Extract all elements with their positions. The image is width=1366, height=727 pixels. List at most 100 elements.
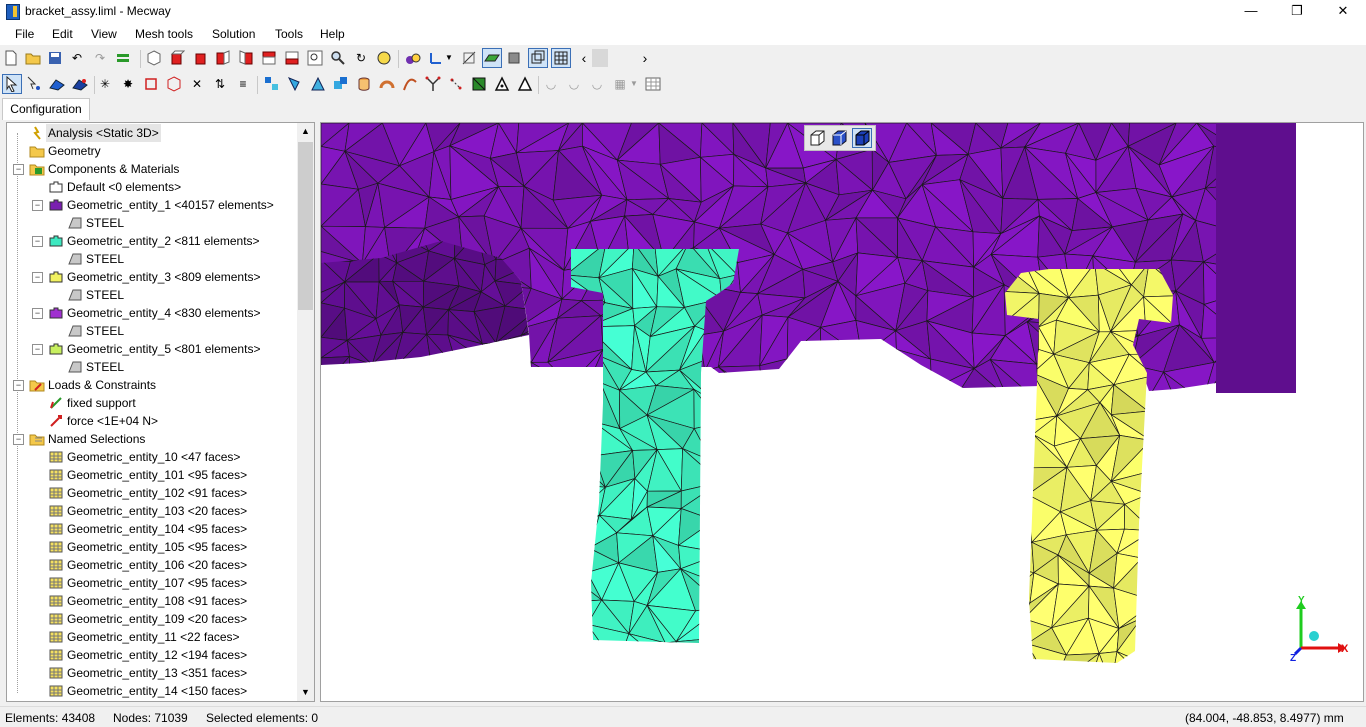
scroll-up-icon[interactable]: ▲ xyxy=(297,123,314,140)
rotate-icon[interactable]: ↻ xyxy=(352,49,370,67)
view-right-icon[interactable] xyxy=(237,49,255,67)
tree-node-label: Loads & Constraints xyxy=(48,378,157,392)
save-icon[interactable] xyxy=(46,49,64,67)
menu-tools[interactable]: Tools xyxy=(275,27,303,41)
zoom-icon[interactable] xyxy=(329,49,347,67)
mesh-triangle xyxy=(861,348,897,391)
mesh-sweep-icon[interactable] xyxy=(401,75,419,93)
mesh-tool-4-icon[interactable] xyxy=(332,75,350,93)
select-pointer-icon[interactable] xyxy=(2,74,22,94)
display-options-icon[interactable] xyxy=(404,49,422,67)
select-connected-icon[interactable]: ✸ xyxy=(119,75,137,93)
mesh-triangle xyxy=(995,429,1038,463)
equals-icon[interactable] xyxy=(114,49,132,67)
triangle-tool-2-icon[interactable] xyxy=(516,75,534,93)
clip-plane-icon[interactable] xyxy=(460,49,478,67)
open-folder-icon[interactable] xyxy=(24,49,42,67)
tree-node-label: Geometric_entity_106 <20 faces> xyxy=(67,558,248,572)
mesh-triangle xyxy=(736,488,739,507)
shell-tool-1-icon[interactable]: ◡ xyxy=(542,75,560,93)
pan-icon[interactable] xyxy=(375,49,393,67)
menu-edit[interactable]: Edit xyxy=(52,27,73,41)
dropdown-arrow-icon[interactable]: ▼ xyxy=(444,49,454,67)
mesh-triangle xyxy=(1184,473,1211,493)
select-face-icon[interactable] xyxy=(71,75,89,93)
view-back-icon[interactable] xyxy=(191,49,209,67)
view-front-icon[interactable] xyxy=(168,49,186,67)
dropdown-arrow-icon[interactable]: ▼ xyxy=(629,75,639,93)
mesh-triangle xyxy=(480,341,497,360)
tree-expander[interactable]: − xyxy=(32,272,43,283)
mesh-triangle xyxy=(571,601,588,630)
new-file-icon[interactable] xyxy=(2,49,20,67)
solid-cube-icon[interactable] xyxy=(830,129,848,147)
close-button[interactable]: ✕ xyxy=(1320,0,1366,23)
show-axes-icon[interactable] xyxy=(427,49,445,67)
scroll-right-icon[interactable]: › xyxy=(636,49,654,67)
scroll-down-icon[interactable]: ▼ xyxy=(297,684,314,701)
mesh-tool-2-icon[interactable] xyxy=(286,75,304,93)
table-icon[interactable] xyxy=(644,75,662,93)
tree-expander[interactable]: − xyxy=(13,380,24,391)
x-axis-label: X xyxy=(1341,643,1349,655)
tree-expander[interactable]: − xyxy=(13,164,24,175)
tree-node-icon xyxy=(48,648,64,662)
select-element-icon[interactable] xyxy=(48,75,66,93)
invert-selection-icon[interactable]: ⇅ xyxy=(211,75,229,93)
tree-expander[interactable]: − xyxy=(32,308,43,319)
tree-expander[interactable]: − xyxy=(32,344,43,355)
shaded-cube-icon[interactable] xyxy=(852,128,872,148)
mesh-nodes-icon[interactable] xyxy=(447,75,465,93)
shell-tool-4-icon[interactable]: ▦ xyxy=(611,75,629,93)
menu-solution[interactable]: Solution xyxy=(212,27,255,41)
solid-view-icon[interactable] xyxy=(505,49,523,67)
mesh-tool-1-icon[interactable] xyxy=(263,75,281,93)
triangle-tool-1-icon[interactable] xyxy=(493,75,511,93)
select-list-icon[interactable]: ≡ xyxy=(234,75,252,93)
maximize-button[interactable]: ❐ xyxy=(1274,0,1320,23)
tree-expander[interactable]: − xyxy=(32,236,43,247)
wireframe-view-icon[interactable] xyxy=(528,48,548,68)
redo-icon[interactable]: ↷ xyxy=(91,49,109,67)
view-bottom-icon[interactable] xyxy=(283,49,301,67)
shell-tool-2-icon[interactable]: ◡ xyxy=(565,75,583,93)
tree-expander[interactable]: − xyxy=(32,200,43,211)
tree-scrollbar[interactable]: ▲ ▼ xyxy=(297,123,314,701)
mesh-render[interactable] xyxy=(321,123,1363,701)
tree-node-label: Geometric_entity_1 <40157 elements> xyxy=(67,198,274,212)
mesh-tool-3-icon[interactable] xyxy=(309,75,327,93)
menu-view[interactable]: View xyxy=(91,27,117,41)
select-volume-icon[interactable] xyxy=(165,75,183,93)
view-isometric-icon[interactable] xyxy=(145,49,163,67)
tree-scroll-thumb[interactable] xyxy=(298,142,313,310)
mesh-refine-icon[interactable] xyxy=(470,75,488,93)
select-box-icon[interactable] xyxy=(142,75,160,93)
select-all-nodes-icon[interactable]: ✳ xyxy=(96,75,114,93)
mesh-cylinder-icon[interactable] xyxy=(355,75,373,93)
shell-tool-3-icon[interactable]: ◡ xyxy=(588,75,606,93)
tab-configuration[interactable]: Configuration xyxy=(2,98,90,120)
tree-node-icon xyxy=(48,270,64,284)
select-node-icon[interactable] xyxy=(25,75,43,93)
shaded-view-icon[interactable] xyxy=(482,48,502,68)
mesh-view-icon[interactable] xyxy=(551,48,571,68)
mesh-split-icon[interactable] xyxy=(424,75,442,93)
scroll-left-icon[interactable]: ‹ xyxy=(575,49,593,67)
mesh-triangle xyxy=(697,422,740,463)
menu-file[interactable]: File xyxy=(15,27,34,41)
mesh-revolve-icon[interactable] xyxy=(378,75,396,93)
menu-help[interactable]: Help xyxy=(320,27,345,41)
tree-node-icon xyxy=(48,576,64,590)
mesh-triangle xyxy=(1005,564,1035,601)
toolbar-scroll-thumb[interactable] xyxy=(592,49,608,67)
model-viewport[interactable]: Y X Z xyxy=(320,122,1364,702)
view-left-icon[interactable] xyxy=(214,49,232,67)
zoom-fit-icon[interactable] xyxy=(306,49,324,67)
view-top-icon[interactable] xyxy=(260,49,278,67)
tree-expander[interactable]: − xyxy=(13,434,24,445)
menu-mesh-tools[interactable]: Mesh tools xyxy=(135,27,193,41)
undo-icon[interactable]: ↶ xyxy=(68,49,86,67)
minimize-button[interactable]: — xyxy=(1228,0,1274,23)
deselect-icon[interactable]: ✕ xyxy=(188,75,206,93)
transparent-view-icon[interactable] xyxy=(808,129,826,147)
